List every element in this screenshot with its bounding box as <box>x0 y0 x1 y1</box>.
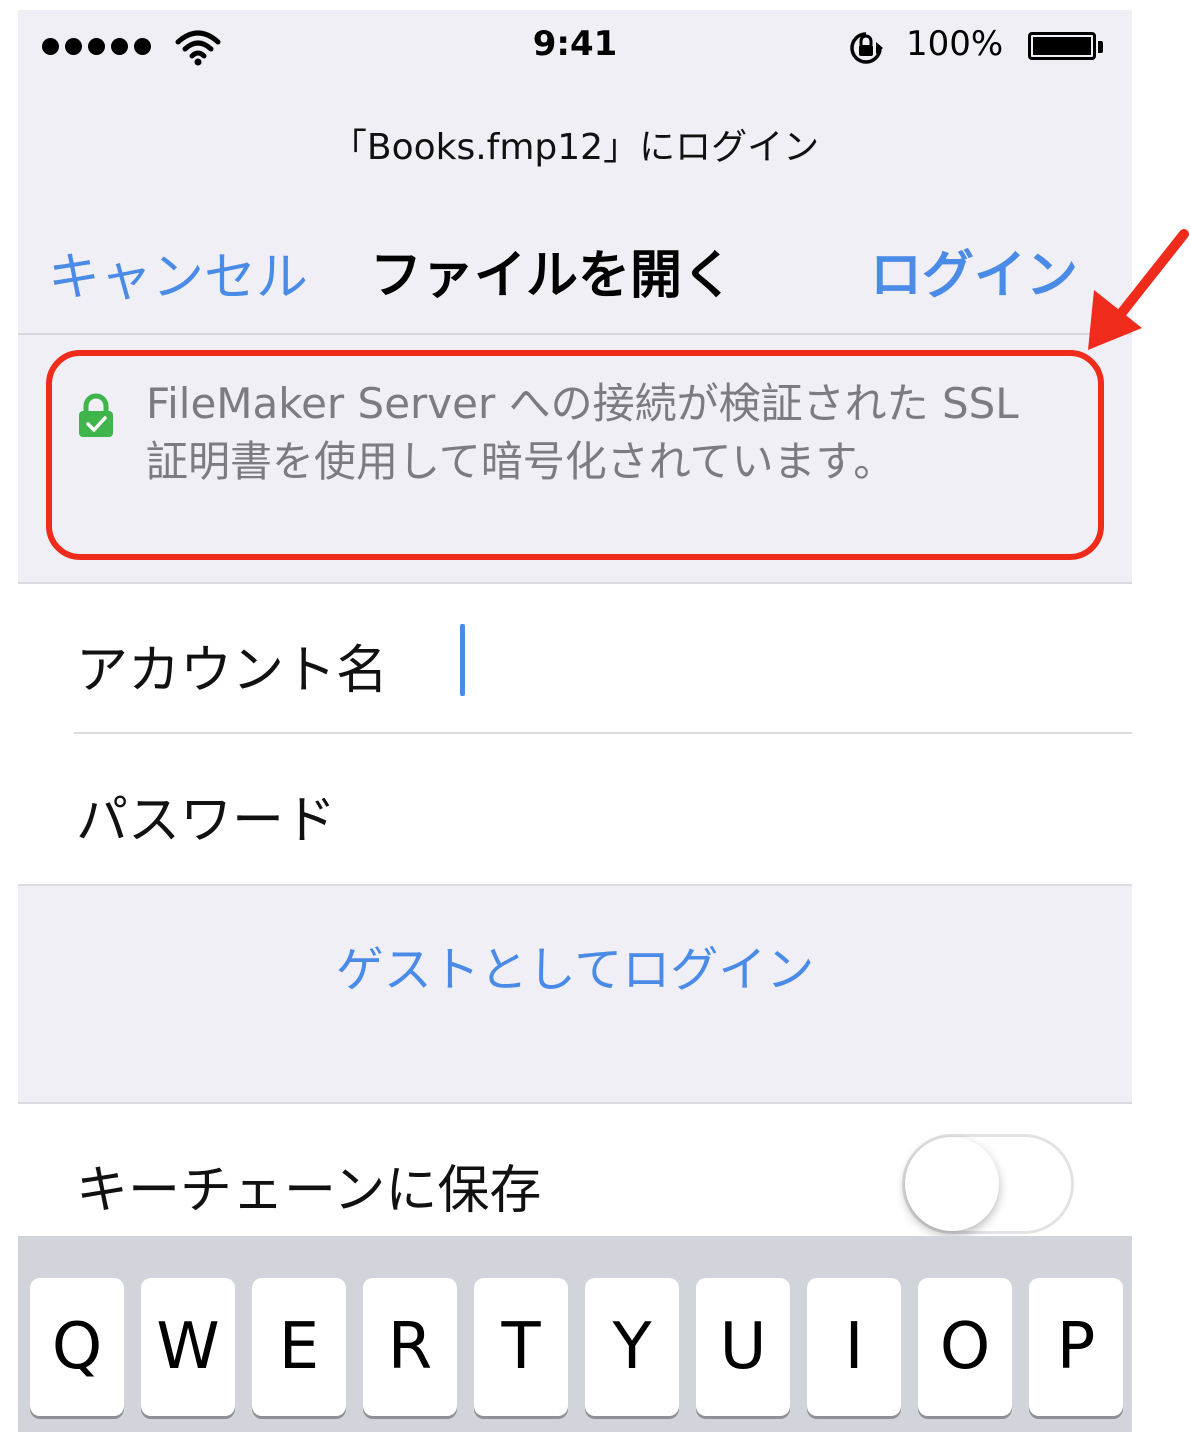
nav-title: ファイルを開く <box>370 246 735 306</box>
keyboard: Q W E R T Y U I O P <box>18 1236 1132 1432</box>
text-cursor <box>460 624 465 696</box>
key-u[interactable]: U <box>696 1278 790 1416</box>
keychain-label: キーチェーンに保存 <box>76 1161 542 1221</box>
key-q[interactable]: Q <box>30 1278 124 1416</box>
keychain-group: キーチェーンに保存 <box>18 1102 1132 1254</box>
cancel-button[interactable]: キャンセル <box>48 235 308 310</box>
account-row: アカウント名 <box>18 584 1132 734</box>
battery-percent: 100% <box>906 24 1004 64</box>
key-w[interactable]: W <box>141 1278 235 1416</box>
key-y[interactable]: Y <box>585 1278 679 1416</box>
key-r[interactable]: R <box>363 1278 457 1416</box>
guest-login-button[interactable]: ゲストとしてログイン <box>18 930 1132 1000</box>
status-bar: 9:41 100% <box>18 10 1132 88</box>
credentials-group: アカウント名 パスワード <box>18 582 1132 886</box>
password-row: パスワード <box>18 734 1132 884</box>
battery-icon <box>1028 32 1096 60</box>
highlight-box <box>46 350 1104 560</box>
orientation-lock-icon <box>850 32 883 64</box>
battery-tip <box>1098 41 1103 53</box>
password-input[interactable] <box>458 744 1122 874</box>
login-screen: 9:41 100% 「Books.fmp12」にログイン キャンセル ファイルを… <box>18 10 1132 1432</box>
key-t[interactable]: T <box>474 1278 568 1416</box>
password-label: パスワード <box>76 791 337 851</box>
navigation-bar: キャンセル ファイルを開く ログイン <box>18 215 1132 335</box>
keychain-row: キーチェーンに保存 <box>18 1104 1132 1254</box>
login-prompt: 「Books.fmp12」にログイン <box>330 127 820 168</box>
login-button[interactable]: ログイン <box>870 233 1078 308</box>
toggle-knob <box>905 1137 999 1231</box>
annotation-arrow-icon <box>1088 229 1189 350</box>
key-e[interactable]: E <box>252 1278 346 1416</box>
account-label: アカウント名 <box>76 641 389 701</box>
key-o[interactable]: O <box>918 1278 1012 1416</box>
keychain-toggle[interactable] <box>902 1134 1074 1234</box>
key-i[interactable]: I <box>807 1278 901 1416</box>
account-name-input[interactable] <box>458 594 1122 724</box>
key-p[interactable]: P <box>1029 1278 1123 1416</box>
